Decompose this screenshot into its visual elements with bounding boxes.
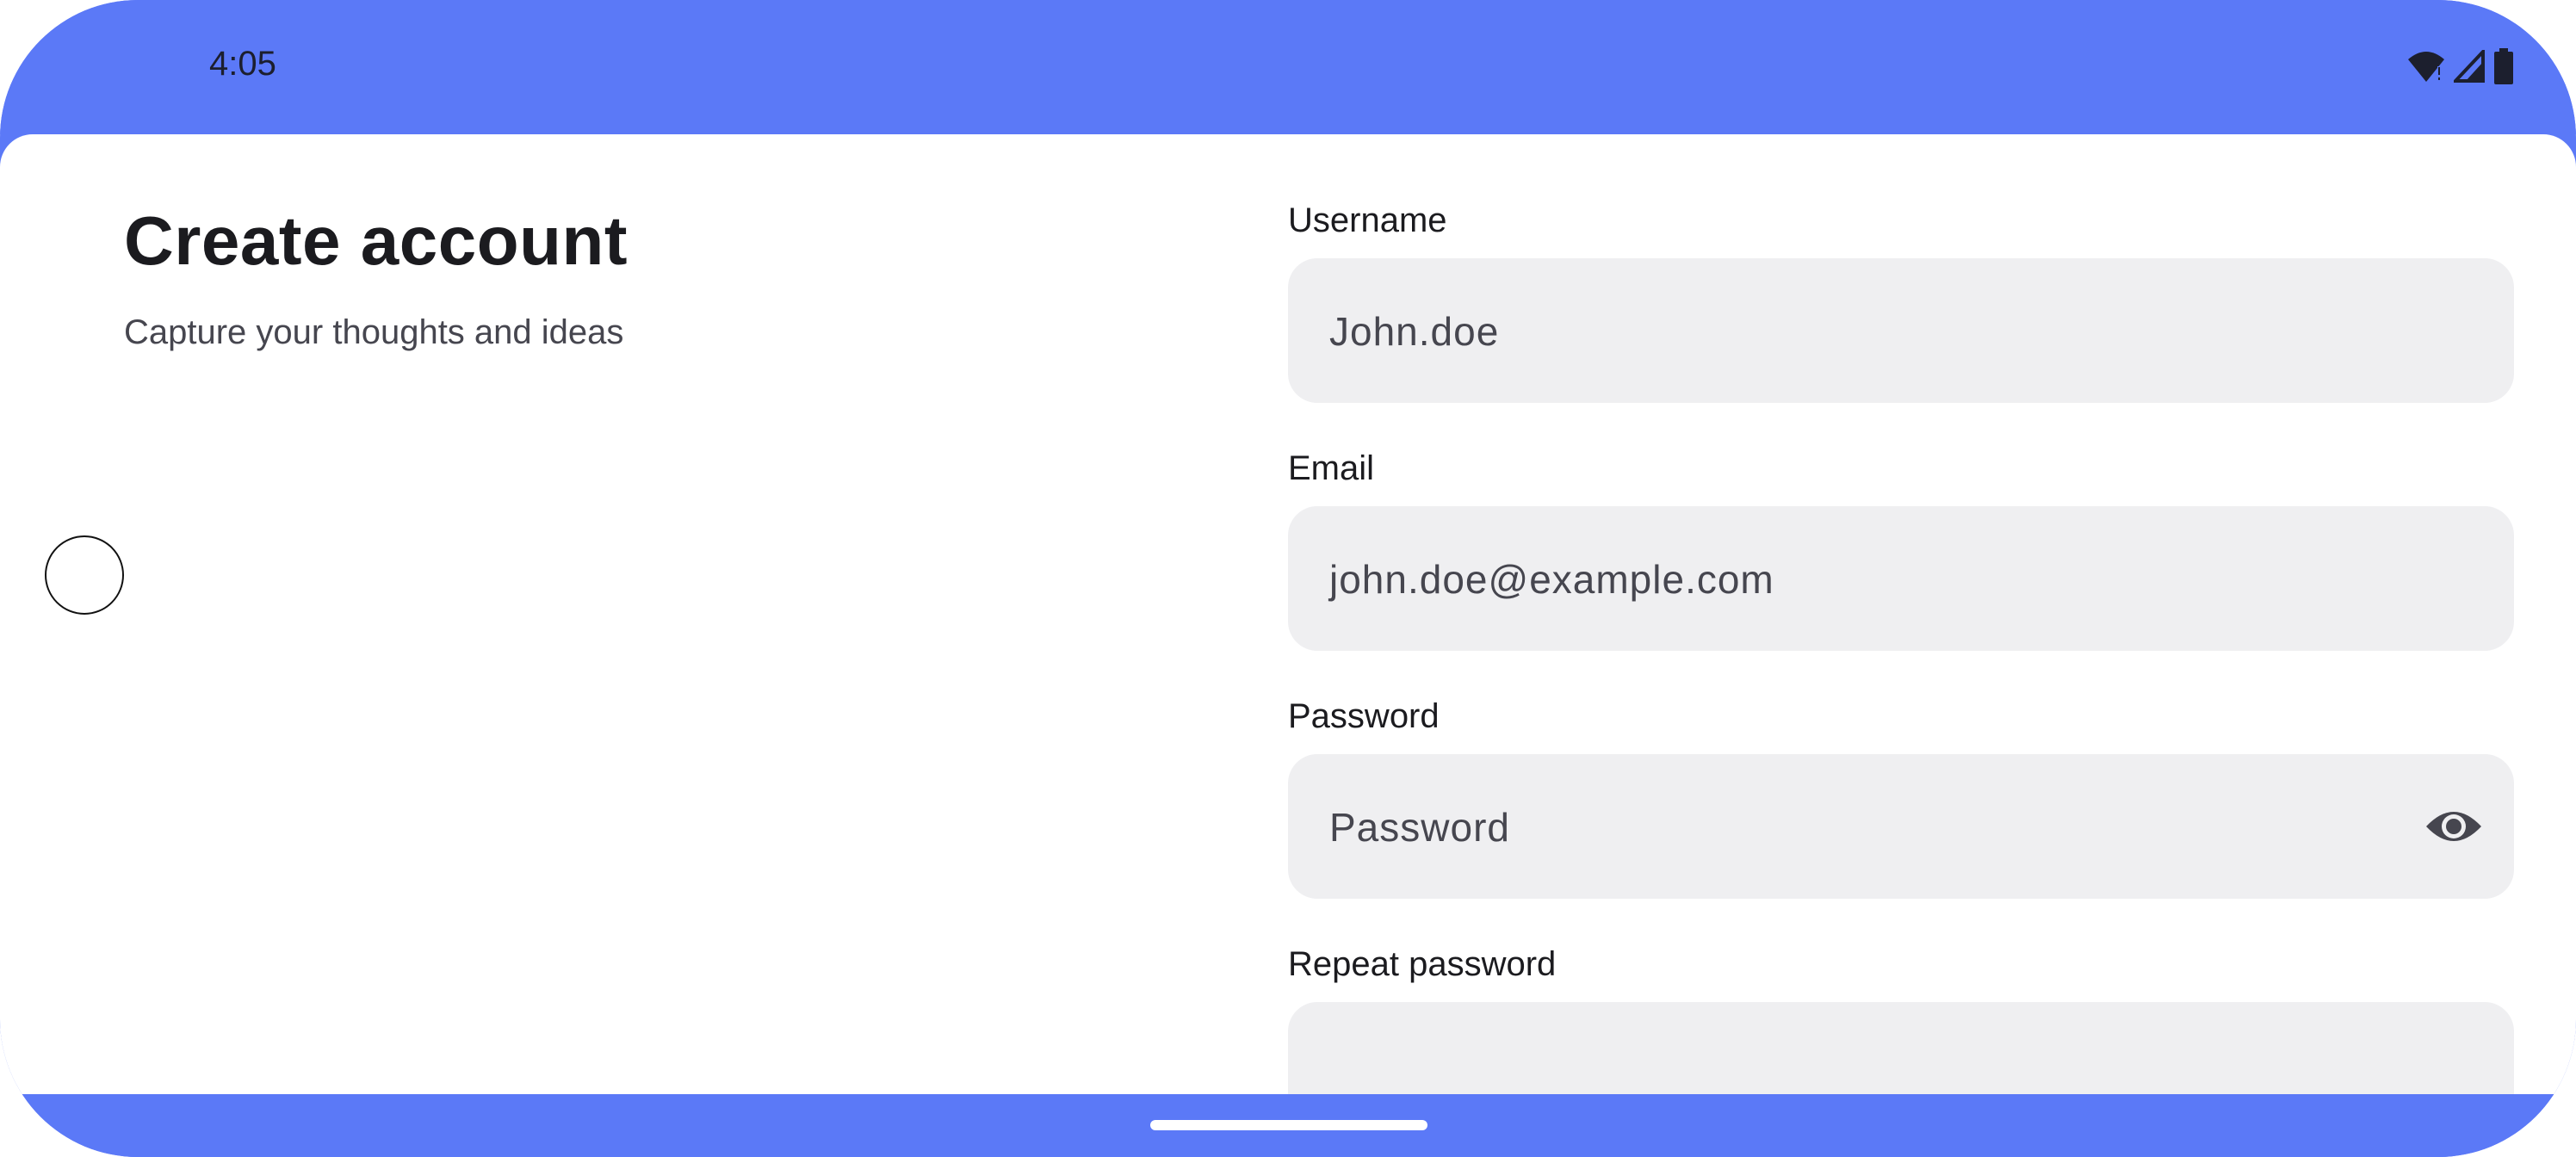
page-subtitle: Capture your thoughts and ideas [124, 313, 624, 351]
status-bar: 4:05 [0, 0, 2576, 134]
screen-content: Create account Capture your thoughts and… [0, 134, 2576, 1094]
password-placeholder: Password [1329, 805, 1510, 850]
password-field[interactable]: Password [1288, 754, 2514, 899]
status-time: 4:05 [209, 45, 276, 83]
navigation-bar [0, 1094, 2576, 1157]
touch-indicator [45, 535, 124, 615]
email-field[interactable]: john.doe@example.com [1288, 506, 2514, 651]
device-frame: 4:05 Create account Capture your thought… [0, 0, 2576, 1157]
repeat-password-label: Repeat password [1288, 945, 1557, 983]
email-value: john.doe@example.com [1329, 557, 1774, 602]
status-icons [2407, 48, 2514, 84]
wifi-alert-icon [2408, 52, 2444, 82]
email-label: Email [1288, 449, 1375, 487]
eye-icon[interactable] [2424, 802, 2483, 851]
battery-icon [2494, 48, 2513, 84]
page-title: Create account [124, 202, 628, 279]
signal-icon [2454, 50, 2485, 83]
password-label: Password [1288, 697, 1440, 735]
username-value: John.doe [1329, 309, 1500, 354]
repeat-password-field[interactable] [1288, 1002, 2514, 1094]
username-field[interactable]: John.doe [1288, 258, 2514, 403]
home-indicator[interactable] [1150, 1120, 1427, 1130]
username-label: Username [1288, 201, 1447, 239]
